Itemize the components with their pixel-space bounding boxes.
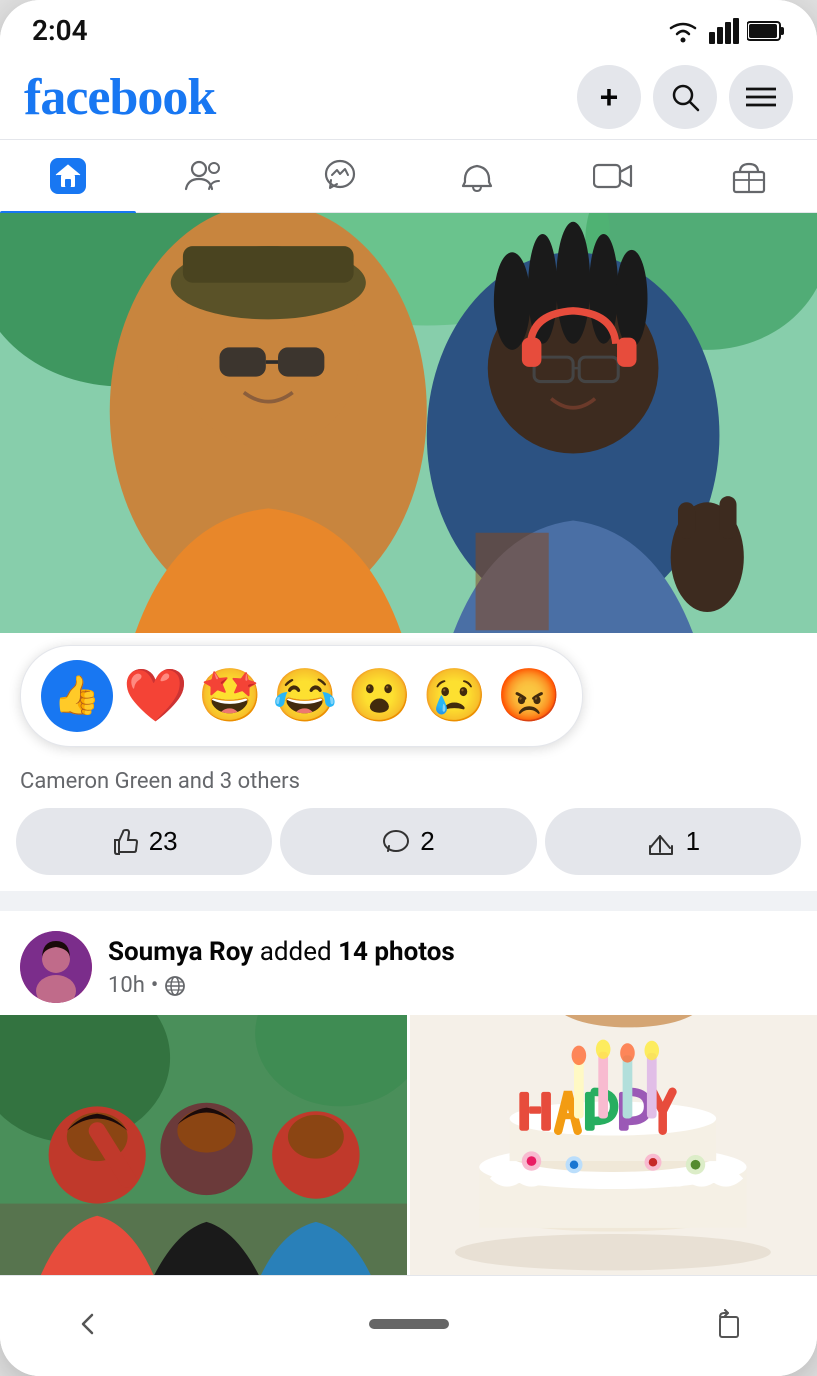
menu-icon <box>746 86 776 108</box>
comment-count: 2 <box>420 826 434 857</box>
signal-icon <box>709 18 739 44</box>
share-icon <box>646 828 676 856</box>
feed-divider <box>0 901 817 911</box>
friends-icon <box>184 159 224 193</box>
post2-images <box>0 1015 817 1275</box>
rotate-icon <box>714 1309 744 1339</box>
post2-name-area: Soumya Roy added 14 photos 10h • <box>108 936 797 999</box>
tab-video[interactable] <box>545 143 681 209</box>
comment-icon <box>382 828 410 856</box>
search-icon <box>670 82 700 112</box>
rotate-button[interactable] <box>701 1296 757 1352</box>
reaction-wow[interactable]: 😮 <box>347 670 412 722</box>
post2-time: 10h <box>108 973 145 998</box>
tab-marketplace[interactable] <box>681 140 817 212</box>
reaction-angry[interactable]: 😡 <box>497 670 562 722</box>
like-button[interactable]: 23 <box>16 808 272 875</box>
add-button[interactable]: + <box>577 65 641 129</box>
back-button[interactable] <box>60 1296 116 1352</box>
action-buttons: 23 2 1 <box>0 798 817 891</box>
video-icon <box>593 161 633 191</box>
post1-photo <box>0 213 817 633</box>
post2-image-2[interactable] <box>410 1015 817 1275</box>
facebook-logo: facebook <box>24 68 215 127</box>
header-actions: + <box>577 65 793 129</box>
messenger-icon <box>322 158 358 194</box>
plus-icon: + <box>600 79 619 116</box>
post2-meta: 10h • <box>108 973 797 998</box>
back-icon <box>74 1310 102 1338</box>
post2-image-1[interactable] <box>0 1015 407 1275</box>
header: facebook + <box>0 55 817 139</box>
post-card-1: 👍 ❤️ 🤩 😂 😮 😢 😡 Cam <box>0 213 817 891</box>
nav-tabs <box>0 139 817 213</box>
reactions-popup: 👍 ❤️ 🤩 😂 😮 😢 😡 <box>20 645 583 747</box>
wifi-icon <box>665 18 701 44</box>
reaction-haha[interactable]: 😂 <box>273 670 338 722</box>
post2-header: Soumya Roy added 14 photos 10h • <box>0 911 817 1015</box>
post-card-2: Soumya Roy added 14 photos 10h • <box>0 911 817 1275</box>
tab-friends[interactable] <box>136 141 272 211</box>
cake-photo-svg <box>410 1015 817 1275</box>
bell-icon <box>460 158 494 194</box>
thumbs-up-icon <box>111 828 139 856</box>
reactions-bar: 👍 ❤️ 🤩 😂 😮 😢 😡 <box>0 633 817 759</box>
post1-image <box>0 213 817 633</box>
group-photo-svg <box>0 1015 407 1275</box>
post2-photo-count: 14 photos <box>338 937 455 967</box>
like-count: 23 <box>149 826 178 857</box>
comment-button[interactable]: 2 <box>280 808 536 875</box>
globe-icon <box>164 975 186 997</box>
status-time: 2:04 <box>32 14 88 47</box>
post2-author: Soumya Roy <box>108 937 253 967</box>
home-icon <box>50 158 86 194</box>
status-bar: 2:04 <box>0 0 817 55</box>
reaction-count-text: Cameron Green and 3 others <box>20 769 300 794</box>
share-count: 1 <box>686 826 700 857</box>
home-indicator[interactable] <box>369 1319 449 1329</box>
post1-footer: Cameron Green and 3 others <box>0 759 817 798</box>
status-icons <box>665 18 785 44</box>
reaction-care[interactable]: 🤩 <box>198 670 263 722</box>
phone-frame: 2:04 facebook <box>0 0 817 1376</box>
battery-icon <box>747 20 785 42</box>
reaction-love[interactable]: ❤️ <box>123 670 188 722</box>
tab-notifications[interactable] <box>409 140 545 212</box>
bottom-nav <box>0 1275 817 1376</box>
reaction-sad[interactable]: 😢 <box>422 670 487 722</box>
dot-separator: • <box>151 973 158 998</box>
menu-button[interactable] <box>729 65 793 129</box>
tab-messenger[interactable] <box>272 140 408 212</box>
tab-home[interactable] <box>0 140 136 212</box>
post2-avatar <box>20 931 92 1003</box>
post2-name: Soumya Roy added 14 photos <box>108 936 797 970</box>
thumbs-up-reaction: 👍 <box>53 674 100 718</box>
avatar-image <box>20 931 92 1003</box>
share-button[interactable]: 1 <box>545 808 801 875</box>
feed: 👍 ❤️ 🤩 😂 😮 😢 😡 Cam <box>0 213 817 1275</box>
reaction-like-button[interactable]: 👍 <box>41 660 113 732</box>
shop-icon <box>731 158 767 194</box>
search-button[interactable] <box>653 65 717 129</box>
